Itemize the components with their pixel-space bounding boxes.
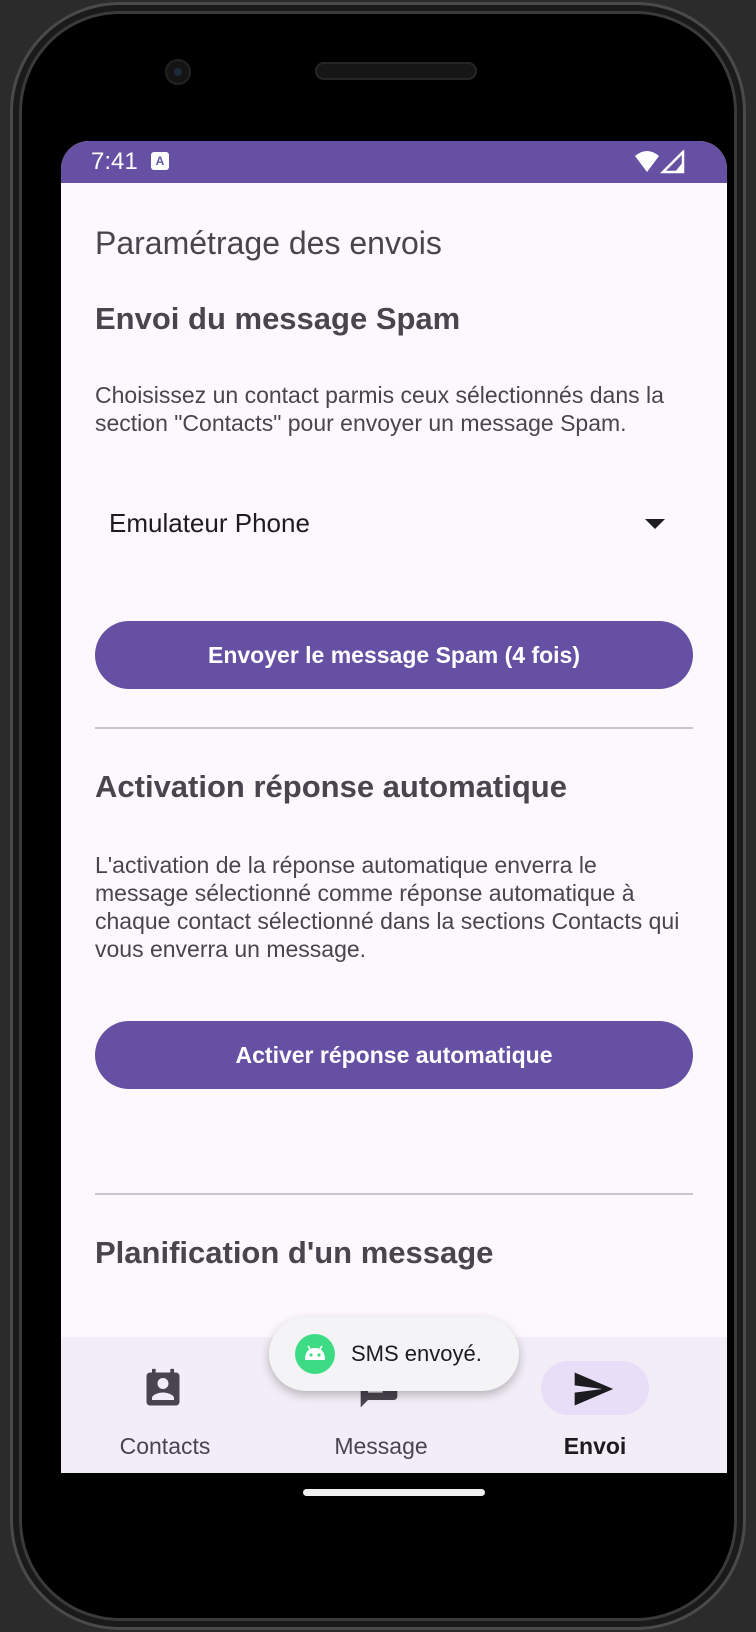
toast-text: SMS envoyé. — [351, 1341, 482, 1366]
notification-icon: A — [151, 152, 169, 170]
earpiece-speaker — [315, 62, 477, 80]
nav-item-envoi[interactable]: Envoi — [491, 1357, 691, 1467]
status-bar: 7:41 A — [61, 141, 727, 183]
status-icons — [635, 148, 687, 179]
phone-frame: 7:41 A Paramétrage des envois Envoi du m… — [10, 2, 746, 1630]
contact-dropdown[interactable]: Emulateur Phone — [95, 495, 693, 551]
app-screen: 7:41 A Paramétrage des envois Envoi du m… — [61, 141, 727, 1473]
activate-auto-reply-button[interactable]: Activer réponse automatique — [95, 1021, 693, 1089]
contact-dropdown-value: Emulateur Phone — [109, 507, 310, 538]
status-time: 7:41 — [91, 148, 138, 175]
front-camera — [165, 59, 191, 85]
auto-reply-section-description: L'activation de la réponse automatique e… — [95, 852, 680, 962]
page-title: Paramétrage des envois — [95, 225, 442, 261]
section-divider — [95, 1193, 693, 1195]
nav-item-contacts[interactable]: Contacts — [61, 1357, 261, 1467]
toast-notification: SMS envoyé. — [269, 1317, 519, 1391]
chevron-down-icon — [645, 519, 665, 529]
send-icon — [574, 1372, 614, 1406]
nav-label-message: Message — [334, 1433, 428, 1459]
home-indicator[interactable] — [303, 1489, 485, 1496]
nav-label-envoi: Envoi — [563, 1433, 627, 1459]
contacts-icon — [146, 1368, 180, 1406]
schedule-section-title: Planification d'un message — [95, 1235, 494, 1270]
section-divider — [95, 727, 693, 729]
auto-reply-section-title: Activation réponse automatique — [95, 769, 567, 804]
spam-section-description: Choisissez un contact parmis ceux sélect… — [95, 382, 664, 436]
wifi-icon — [635, 148, 685, 174]
android-icon — [295, 1334, 335, 1374]
send-spam-button[interactable]: Envoyer le message Spam (4 fois) — [95, 621, 693, 689]
spam-section-title: Envoi du message Spam — [95, 301, 461, 336]
nav-label-contacts: Contacts — [119, 1433, 211, 1459]
